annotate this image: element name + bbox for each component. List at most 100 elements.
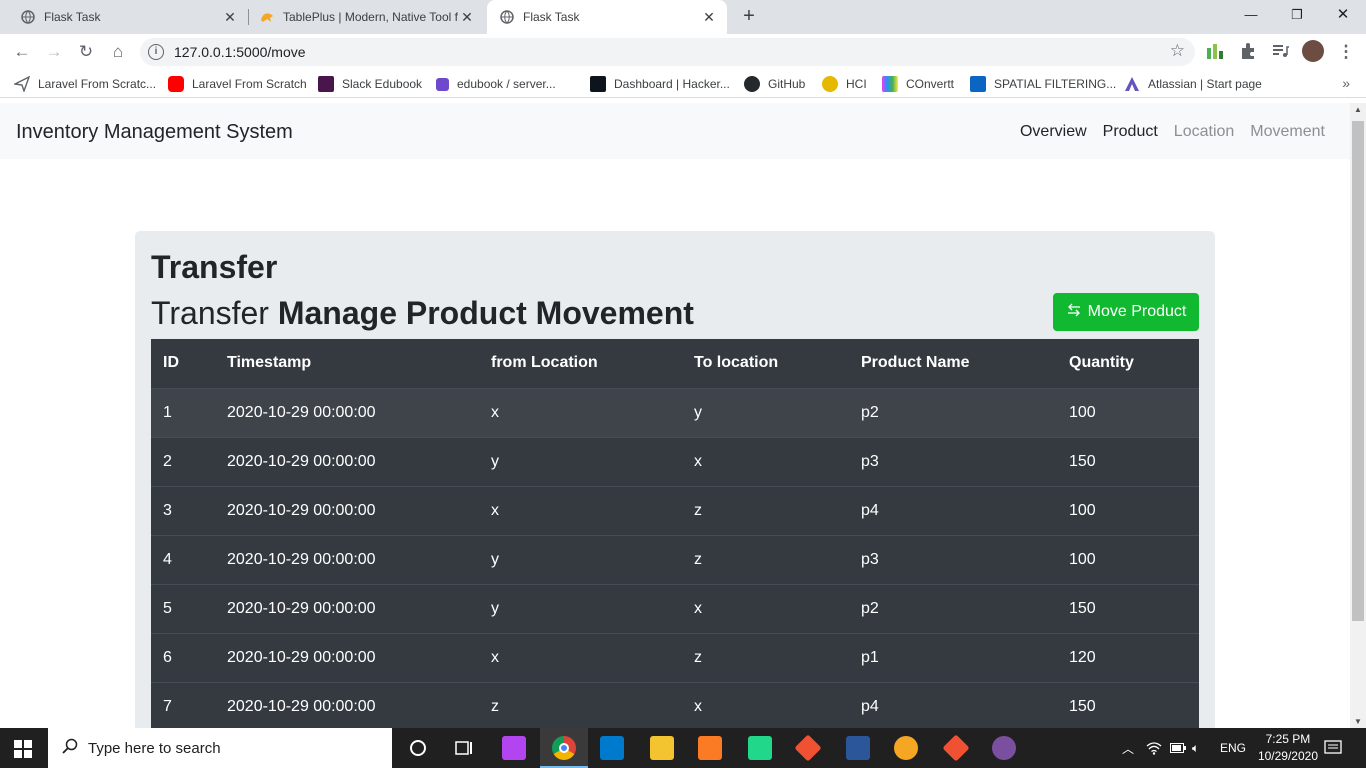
nav-product[interactable]: Product — [1103, 123, 1158, 141]
cell-from-location: y — [479, 534, 682, 584]
github-desktop-icon[interactable] — [992, 736, 1016, 760]
language-indicator[interactable]: ENG — [1220, 728, 1246, 768]
avatar[interactable] — [1302, 40, 1324, 62]
bookmark-label: Laravel From Scratc... — [38, 77, 157, 91]
task-view-icon[interactable] — [452, 736, 476, 760]
move-product-button[interactable]: Move Product — [1053, 293, 1199, 331]
reload-icon[interactable]: ↻ — [74, 40, 98, 64]
puzzle-icon[interactable] — [1239, 42, 1259, 62]
cell-timestamp: 2020-10-29 00:00:00 — [215, 583, 479, 633]
bookmark-item[interactable]: Dashboard | Hacker... — [590, 75, 730, 93]
cell-quantity: 100 — [1057, 485, 1199, 535]
bookmark-item[interactable]: edubook / server... — [436, 75, 556, 93]
media-icon[interactable] — [1271, 42, 1291, 62]
vscode-icon[interactable] — [600, 736, 624, 760]
git-icon[interactable] — [794, 734, 822, 762]
word-icon[interactable] — [846, 736, 870, 760]
chrome-taskbar-button[interactable] — [540, 728, 588, 768]
cell-quantity: 100 — [1057, 387, 1199, 437]
cell-from-location: x — [479, 485, 682, 535]
phpstorm-icon[interactable] — [502, 736, 526, 760]
restore-icon[interactable]: ❐ — [1274, 0, 1320, 30]
forward-icon[interactable]: → — [42, 40, 66, 64]
cell-product-name: p4 — [849, 681, 1057, 728]
bookmark-item[interactable]: Slack Edubook — [318, 75, 422, 93]
nav-location[interactable]: Location — [1174, 123, 1235, 141]
bookmark-item[interactable]: Laravel From Scratch — [168, 75, 307, 93]
cell-timestamp: 2020-10-29 00:00:00 — [215, 485, 479, 535]
tab-title: TablePlus | Modern, Native Tool f — [283, 10, 458, 24]
cell-to-location: x — [682, 681, 849, 728]
search-icon — [62, 738, 78, 759]
cell-product-name: p2 — [849, 583, 1057, 633]
volume-icon[interactable]: 🔈︎ — [1192, 728, 1199, 768]
scroll-up-icon[interactable]: ▲ — [1350, 105, 1366, 114]
bookmark-label: SPATIAL FILTERING... — [994, 77, 1117, 91]
taskbar-search[interactable]: Type here to search — [48, 728, 392, 768]
bookmark-label: edubook / server... — [457, 77, 556, 91]
kebab-menu-icon[interactable]: ⋮ — [1334, 40, 1358, 64]
cell-to-location: x — [682, 583, 849, 633]
scroll-down-icon[interactable]: ▼ — [1350, 717, 1366, 726]
pycharm-icon[interactable] — [748, 736, 772, 760]
app-navbar: Inventory Management System Overview Pro… — [0, 103, 1350, 159]
wifi-icon[interactable] — [1146, 728, 1162, 768]
windows-start-icon[interactable] — [14, 740, 32, 763]
site-info-icon[interactable]: i — [148, 44, 164, 60]
nav-overview[interactable]: Overview — [1020, 123, 1087, 141]
home-icon[interactable]: ⌂ — [106, 40, 130, 64]
git-icon[interactable] — [942, 734, 970, 762]
bookmark-item[interactable]: Atlassian | Start page — [1124, 75, 1262, 93]
column-header: To location — [682, 339, 849, 389]
tableplus-icon[interactable] — [894, 736, 918, 760]
cortana-icon[interactable] — [406, 736, 430, 760]
battery-icon[interactable] — [1170, 728, 1186, 768]
page-scrollbar[interactable]: ▲ ▼ — [1350, 103, 1366, 728]
close-window-icon[interactable]: ✕ — [1320, 0, 1366, 30]
nav-links: Overview Product Location Movement — [1004, 123, 1325, 141]
cell-id: 1 — [151, 387, 215, 437]
close-icon[interactable]: ✕ — [459, 9, 475, 26]
bookmark-label: COnvertt — [906, 77, 955, 91]
address-bar[interactable]: i 127.0.0.1:5000/move ☆ — [140, 38, 1195, 66]
chevron-right-icon[interactable]: » — [1342, 75, 1350, 91]
bookmark-item[interactable]: HCI — [822, 75, 867, 93]
nav-movement[interactable]: Movement — [1250, 123, 1325, 141]
bookmark-star-icon[interactable]: ☆ — [1170, 41, 1185, 61]
minimize-icon[interactable]: — — [1228, 0, 1274, 30]
content-panel: Transfer Transfer Manage Product Movemen… — [135, 231, 1215, 728]
browser-tab[interactable]: Flask Task ✕ — [0, 0, 248, 34]
browser-tab[interactable]: TablePlus | Modern, Native Tool f ✕ — [249, 0, 485, 34]
cell-from-location: y — [479, 583, 682, 633]
extension-icon[interactable] — [1206, 42, 1226, 62]
file-explorer-icon[interactable] — [650, 736, 674, 760]
url-text[interactable]: 127.0.0.1:5000/move — [174, 44, 306, 60]
bookmark-item[interactable]: COnvertt — [882, 75, 954, 93]
hackerrank-icon — [590, 76, 606, 92]
close-icon[interactable]: ✕ — [701, 9, 717, 26]
cell-product-name: p4 — [849, 485, 1057, 535]
windows-taskbar: Type here to search ︿ 🔈︎ ENG 7:25 PM 10/… — [0, 728, 1366, 768]
taskbar-clock[interactable]: 7:25 PM 10/29/2020 — [1258, 731, 1318, 765]
tray-chevron-icon[interactable]: ︿ — [1122, 728, 1134, 768]
cell-quantity: 100 — [1057, 534, 1199, 584]
bookmark-item[interactable]: SPATIAL FILTERING... — [970, 75, 1116, 93]
back-icon[interactable]: ← — [10, 40, 34, 64]
chrome-icon — [552, 736, 576, 760]
brand[interactable]: Inventory Management System — [16, 121, 293, 144]
new-tab-button[interactable]: + — [738, 5, 760, 27]
bookmark-item[interactable]: Laravel From Scratc... — [12, 75, 157, 94]
notifications-icon[interactable] — [1324, 728, 1342, 768]
scrollbar-thumb[interactable] — [1352, 121, 1364, 621]
close-icon[interactable]: ✕ — [222, 9, 238, 26]
gitlab-icon — [436, 77, 449, 91]
cell-product-name: p3 — [849, 436, 1057, 486]
search-placeholder: Type here to search — [88, 739, 221, 757]
bookmark-item[interactable]: GitHub — [744, 75, 805, 93]
cell-id: 2 — [151, 436, 215, 486]
browser-tab-active[interactable]: Flask Task ✕ — [487, 0, 727, 34]
column-header: ID — [151, 339, 215, 389]
table-row: 7 2020-10-29 00:00:00 z x p4 150 — [151, 681, 1199, 728]
tableplus-icon — [259, 9, 275, 25]
xampp-icon[interactable] — [698, 736, 722, 760]
